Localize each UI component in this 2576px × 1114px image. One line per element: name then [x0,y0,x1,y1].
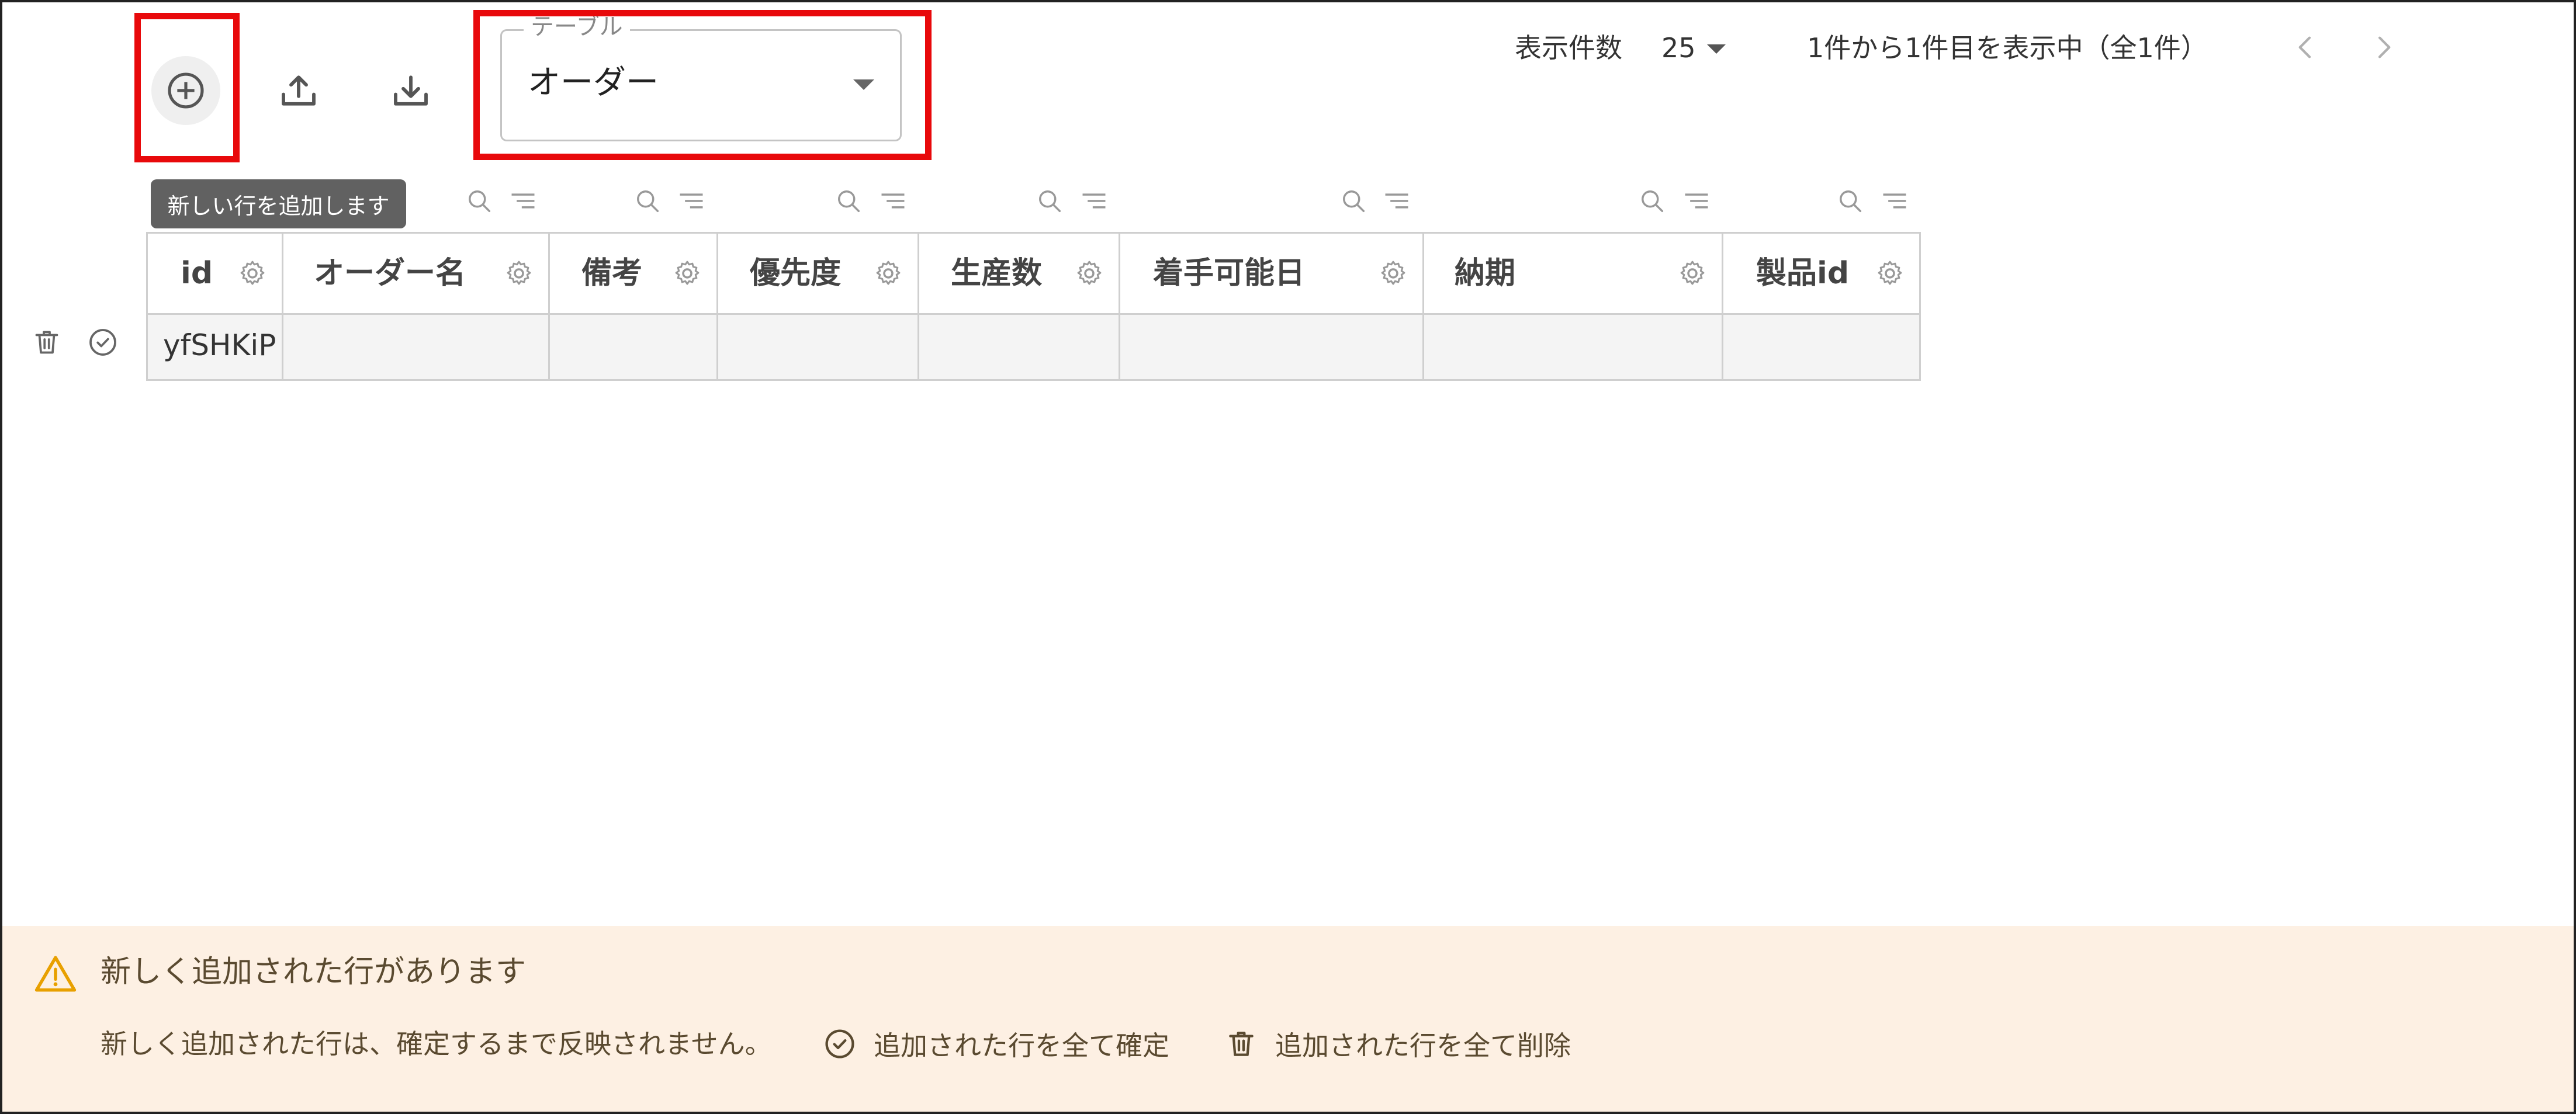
column-search-icon[interactable] [1034,186,1065,216]
gear-icon[interactable] [503,257,535,290]
delete-all-label: 追加された行を全て削除 [1275,1030,1571,1061]
column-header-label: 着手可能日 [1153,256,1306,291]
column-header[interactable]: 優先度 [718,234,917,315]
gear-icon[interactable] [236,257,269,290]
column-filter-icon[interactable] [1879,186,1910,216]
column-filter-icon[interactable] [1382,186,1412,216]
column-order-name: オーダー名 [283,234,550,379]
column-filter-icon[interactable] [878,186,908,216]
add-row-tooltip: 新しい行を追加します [151,179,406,228]
column-search-icon[interactable] [632,186,663,216]
column-header-label: 製品id [1756,256,1850,291]
column-header[interactable]: 着手可能日 [1120,234,1422,315]
trash-icon [35,331,58,354]
chevron-left-icon [2298,36,2311,58]
column-header-label: 備考 [581,256,643,291]
highlight-add-button [134,13,240,162]
delete-row-button[interactable] [29,325,64,360]
gear-icon[interactable] [872,257,905,290]
column-search-icon[interactable] [1637,186,1667,216]
column-filter-icon[interactable] [1681,186,1712,216]
column-header[interactable]: 納期 [1424,234,1722,315]
column-quantity: 生産数 [919,234,1120,379]
column-start-date: 着手可能日 [1120,234,1424,379]
data-table: id yfSHKiP オーダー名 備考 優先度 生産数 着手可能日 納期 製品i… [146,232,1921,381]
download-icon [394,75,428,106]
gear-icon[interactable] [1073,257,1106,290]
column-filter-icon[interactable] [508,186,538,216]
rows-per-page-select[interactable]: 25 [1661,29,1696,67]
previous-page-button[interactable] [2285,27,2326,68]
column-header-label: 納期 [1455,256,1516,291]
table-cell[interactable] [550,315,716,379]
rows-per-page-label: 表示件数 [1515,32,1622,64]
caret-down-icon[interactable] [1707,44,1726,54]
table-cell[interactable] [919,315,1119,379]
upload-button[interactable] [264,56,333,125]
gear-icon[interactable] [1874,257,1906,290]
column-header-label: オーダー名 [314,256,466,291]
column-search-icon[interactable] [833,186,864,216]
column-priority: 優先度 [718,234,919,379]
table-cell[interactable] [1723,315,1919,379]
column-header-label: 生産数 [951,256,1043,291]
upload-icon [282,75,316,106]
banner-title: 新しく追加された行があります [101,955,527,990]
column-due-date: 納期 [1424,234,1723,379]
column-remarks: 備考 [550,234,718,379]
column-header-label: 優先度 [750,256,842,291]
table-cell[interactable] [718,315,917,379]
table-cell[interactable] [1424,315,1722,379]
column-product-id: 製品id [1723,234,1919,379]
column-filter-icon[interactable] [676,186,707,216]
check-circle-icon [825,1029,854,1059]
next-page-button[interactable] [2363,27,2404,68]
table-cell[interactable] [1120,315,1422,379]
column-header[interactable]: 製品id [1723,234,1919,315]
column-header[interactable]: オーダー名 [283,234,548,315]
trash-icon [1229,1032,1254,1056]
column-header[interactable]: 生産数 [919,234,1119,315]
gear-icon[interactable] [1676,257,1709,290]
column-id: id yfSHKiP [148,234,283,379]
confirm-all-button[interactable]: 追加された行を全て確定 [821,1022,1169,1066]
column-header-label: id [181,256,213,291]
confirm-all-label: 追加された行を全て確定 [874,1030,1169,1061]
check-circle-icon [89,329,116,356]
table-cell[interactable]: yfSHKiP [148,315,282,379]
table-cell[interactable] [283,315,548,379]
highlight-table-select [473,10,932,160]
column-search-icon[interactable] [1835,186,1865,216]
column-header[interactable]: id [148,234,282,315]
warning-icon [34,954,77,994]
column-header[interactable]: 備考 [550,234,716,315]
download-button[interactable] [376,56,445,125]
banner-message: 新しく追加された行は、確定するまで反映されません。 [101,1028,772,1060]
column-search-icon[interactable] [1338,186,1369,216]
chevron-right-icon [2378,36,2391,58]
column-search-icon[interactable] [464,186,494,216]
gear-icon[interactable] [671,257,704,290]
delete-all-button[interactable]: 追加された行を全て削除 [1223,1022,1571,1066]
column-filter-icon[interactable] [1079,186,1109,216]
cell-value: yfSHKiP [163,328,276,362]
pagination-info: 1件から1件目を表示中（全1件） [1807,32,2208,64]
confirm-row-button[interactable] [85,325,120,360]
gear-icon[interactable] [1377,257,1410,290]
